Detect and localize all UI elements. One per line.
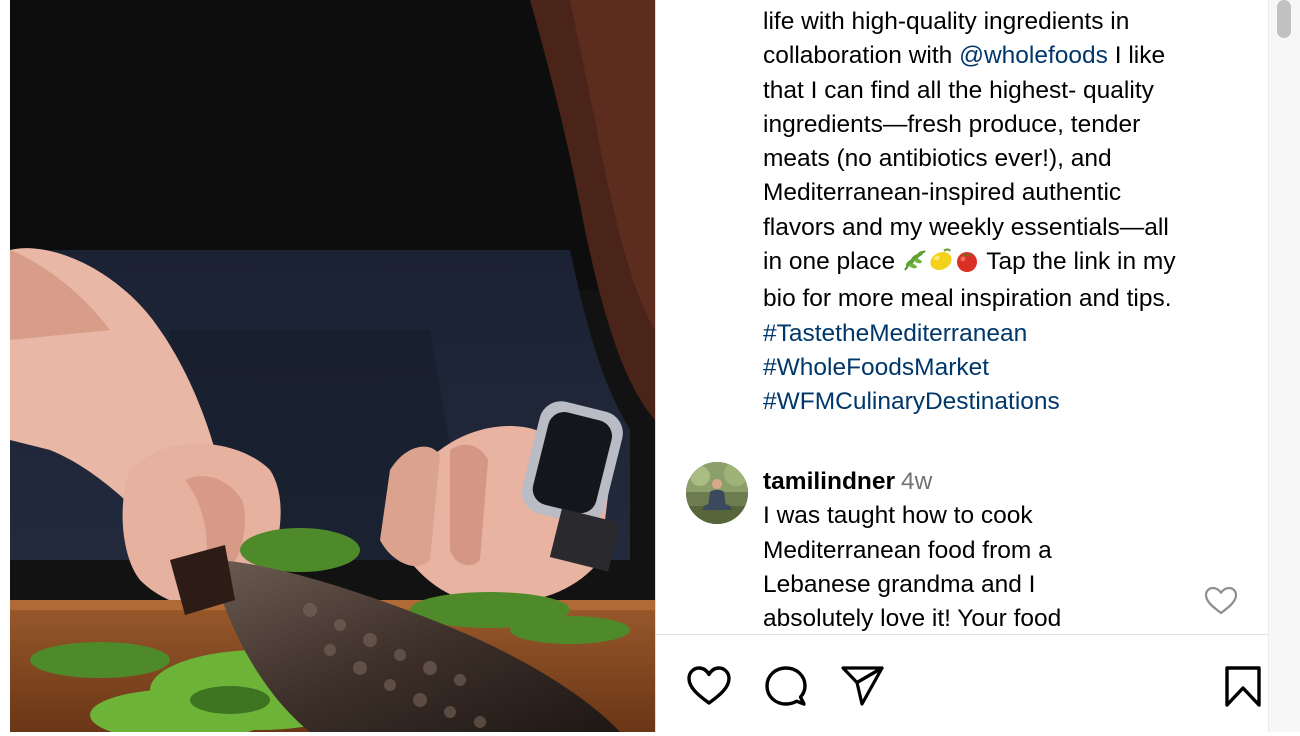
caption-line: bio for more meal inspiration and tips. (763, 285, 1172, 313)
comment-text: Lebanese grandma and I (763, 570, 1036, 598)
caption-line: collaboration with @wholefoods I like (763, 39, 1243, 73)
tomato-emoji (954, 248, 980, 282)
likes-count-peek (689, 726, 809, 736)
caption-line: ingredients—fresh produce, tender (763, 110, 1141, 138)
like-button[interactable] (686, 664, 732, 708)
caption-text: collaboration with (763, 42, 960, 70)
heart-outline-icon (1204, 586, 1238, 615)
comment-body: tamilindner 4w I was taught how to cook M… (763, 462, 1163, 634)
comments-scroll-area[interactable]: life with high-quality ingredients in co… (656, 0, 1268, 634)
comment-button[interactable] (763, 664, 809, 708)
save-button[interactable] (1220, 664, 1266, 708)
lemon-emoji (928, 248, 954, 282)
caption-line: flavors and my weekly essentials—all (763, 213, 1169, 241)
divider (656, 634, 1268, 635)
heart-outline-icon (687, 666, 731, 705)
avatar[interactable] (686, 462, 748, 524)
comment-text: I was taught how to cook (763, 502, 1033, 530)
herb-emoji (902, 248, 928, 282)
share-button[interactable] (840, 664, 886, 708)
caption-line: meats (no antibiotics ever!), and (763, 145, 1112, 173)
comment-text: absolutely love it! Your food (763, 605, 1062, 633)
caption-text: I like (1107, 42, 1166, 70)
caption-text: in one place (763, 248, 902, 276)
comment-username[interactable]: tamilindner (763, 468, 895, 495)
post-media[interactable] (10, 0, 655, 732)
post-caption: life with high-quality ingredients in co… (763, 0, 1243, 420)
hashtag-link[interactable]: #TastetheMediterranean (763, 317, 1243, 351)
caption-line: in one place Tap the link in my (763, 245, 1243, 282)
post-video-frame (10, 0, 655, 732)
caption-line: Mediterranean-inspired authentic (763, 179, 1122, 207)
caption-line: life with high-quality ingredients in (763, 8, 1130, 35)
comment-header: tamilindner 4w (763, 465, 1163, 499)
comment-text: Mediterranean food from a (763, 536, 1052, 564)
hashtag-link[interactable]: #WFMCulinaryDestinations (763, 385, 1243, 419)
bookmark-icon (1225, 666, 1261, 707)
hashtag-link[interactable]: #WholeFoodsMarket (763, 351, 1243, 385)
share-paper-plane-icon (841, 666, 884, 706)
caption-text: Tap the link in my (979, 248, 1176, 276)
scrollbar-thumb[interactable] (1277, 0, 1291, 38)
scrollbar[interactable] (1268, 0, 1300, 732)
comment-like-button[interactable] (1204, 586, 1238, 616)
comment-age[interactable]: 4w (901, 468, 932, 495)
post-details-panel: life with high-quality ingredients in co… (655, 0, 1268, 732)
comment-bubble-icon (765, 666, 807, 706)
mention-link-wholefoods[interactable]: @wholefoods (959, 42, 1108, 69)
caption-line: that I can find all the highest- quality (763, 76, 1154, 104)
